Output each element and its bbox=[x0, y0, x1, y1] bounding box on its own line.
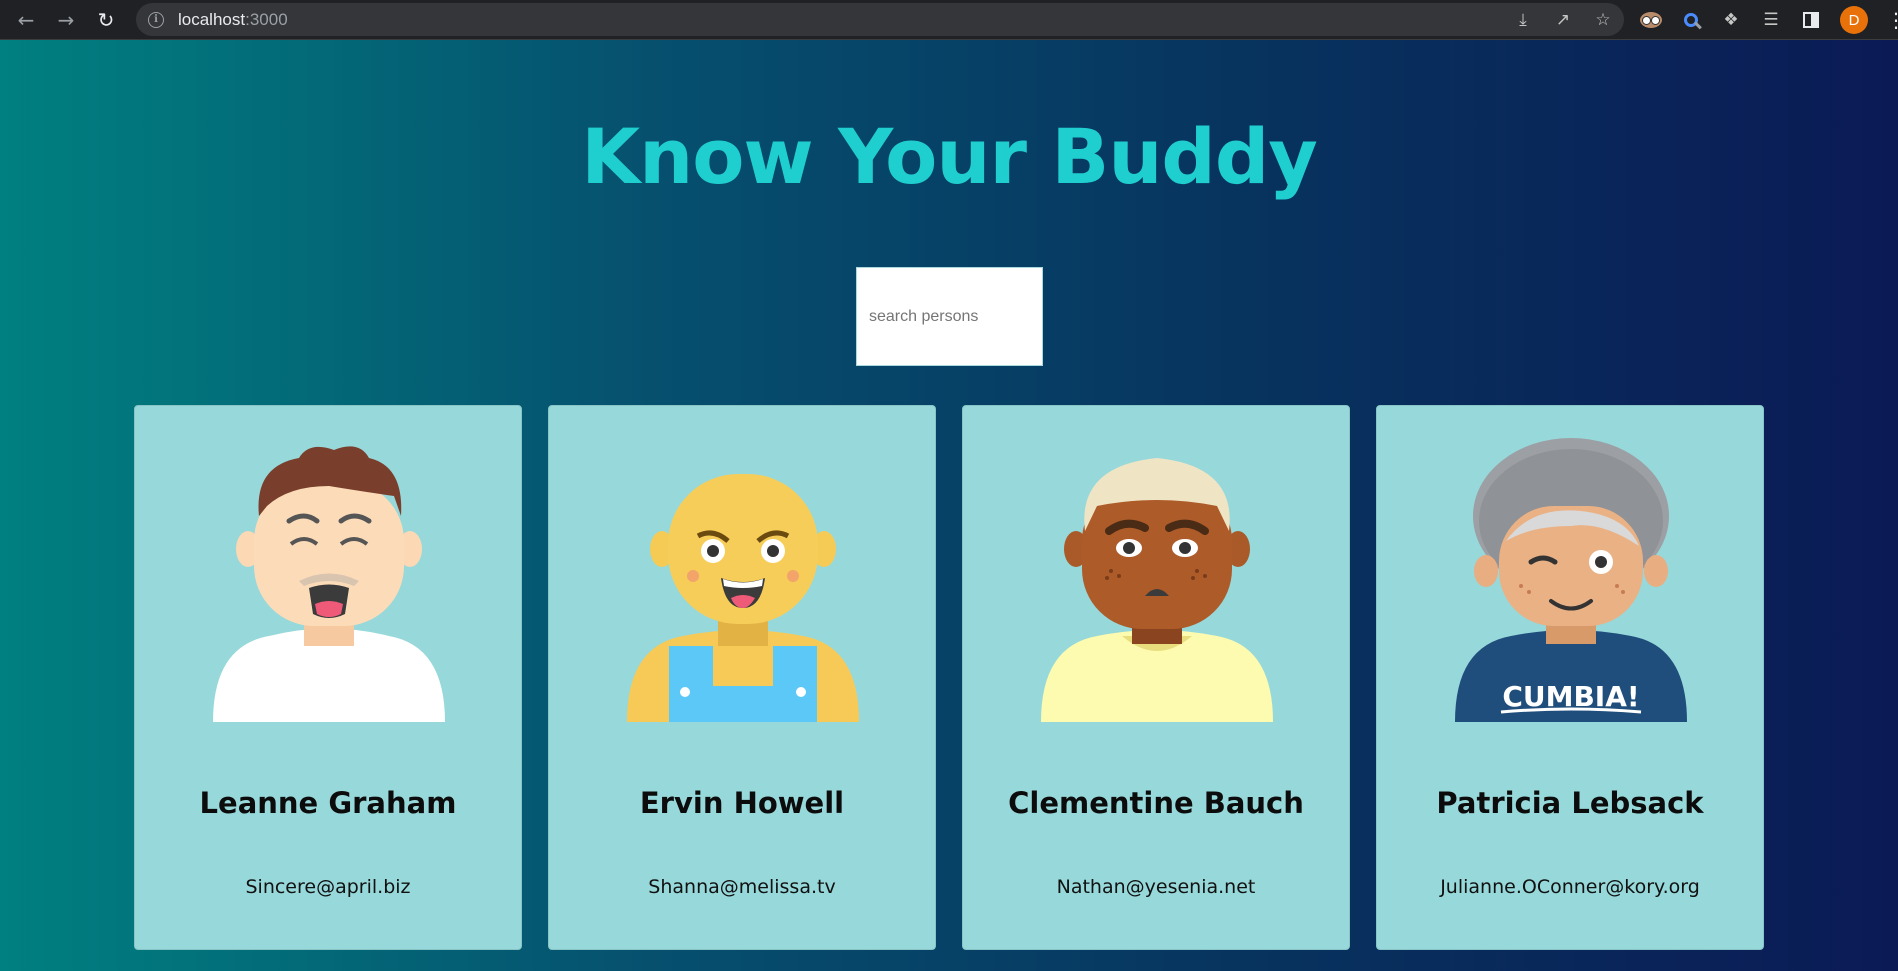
browser-toolbar: ← → ↻ i localhost:3000 ⤓ ↗ ☆ ❖ ☰ D ⋮ bbox=[0, 0, 1898, 40]
extension-eyes-icon[interactable] bbox=[1640, 9, 1662, 31]
page-title: Know Your Buddy bbox=[581, 112, 1318, 201]
reload-button[interactable]: ↻ bbox=[92, 6, 120, 34]
person-name: Leanne Graham bbox=[199, 786, 457, 820]
reading-list-icon[interactable]: ☰ bbox=[1760, 9, 1782, 31]
share-icon[interactable]: ↗ bbox=[1552, 10, 1574, 30]
person-card[interactable]: Ervin Howell Shanna@melissa.tv bbox=[548, 405, 936, 950]
address-bar[interactable]: i localhost:3000 ⤓ ↗ ☆ bbox=[136, 3, 1624, 36]
person-name: Ervin Howell bbox=[639, 786, 845, 820]
bookmark-star-icon[interactable]: ☆ bbox=[1592, 10, 1614, 30]
more-menu-icon[interactable]: ⋮ bbox=[1886, 8, 1898, 32]
site-info-icon[interactable]: i bbox=[148, 11, 164, 28]
forward-button[interactable]: → bbox=[52, 6, 80, 34]
person-email: Shanna@melissa.tv bbox=[648, 876, 836, 898]
person-email: Nathan@yesenia.net bbox=[1056, 876, 1256, 898]
clementine-avatar-image bbox=[1041, 458, 1273, 722]
person-email: Sincere@april.biz bbox=[245, 876, 411, 898]
app-page: Know Your Buddy Leanne Graham Sincere@ap bbox=[0, 40, 1898, 971]
back-button[interactable]: ← bbox=[12, 6, 40, 34]
person-email: Julianne.OConner@kory.org bbox=[1440, 876, 1700, 898]
patricia-avatar-image: CUMBIA! bbox=[1455, 438, 1687, 722]
install-app-icon[interactable]: ⤓ bbox=[1512, 10, 1534, 30]
extension-search-icon[interactable] bbox=[1680, 9, 1702, 31]
person-card[interactable]: CUMBIA! Patricia Lebsack Julianne.OConne… bbox=[1376, 405, 1764, 950]
person-card[interactable]: Clementine Bauch Nathan@yesenia.net bbox=[962, 405, 1350, 950]
url-text[interactable]: localhost:3000 bbox=[178, 10, 288, 30]
side-panel-icon[interactable] bbox=[1800, 9, 1822, 31]
leanne-avatar-image bbox=[213, 446, 445, 722]
search-input[interactable] bbox=[856, 267, 1043, 366]
person-name: Clementine Bauch bbox=[1008, 786, 1304, 820]
extensions-puzzle-icon[interactable]: ❖ bbox=[1720, 9, 1742, 31]
ervin-avatar-image bbox=[627, 474, 859, 722]
profile-avatar[interactable]: D bbox=[1840, 6, 1868, 34]
person-name: Patricia Lebsack bbox=[1436, 786, 1704, 820]
person-card[interactable]: Leanne Graham Sincere@april.biz bbox=[134, 405, 522, 950]
